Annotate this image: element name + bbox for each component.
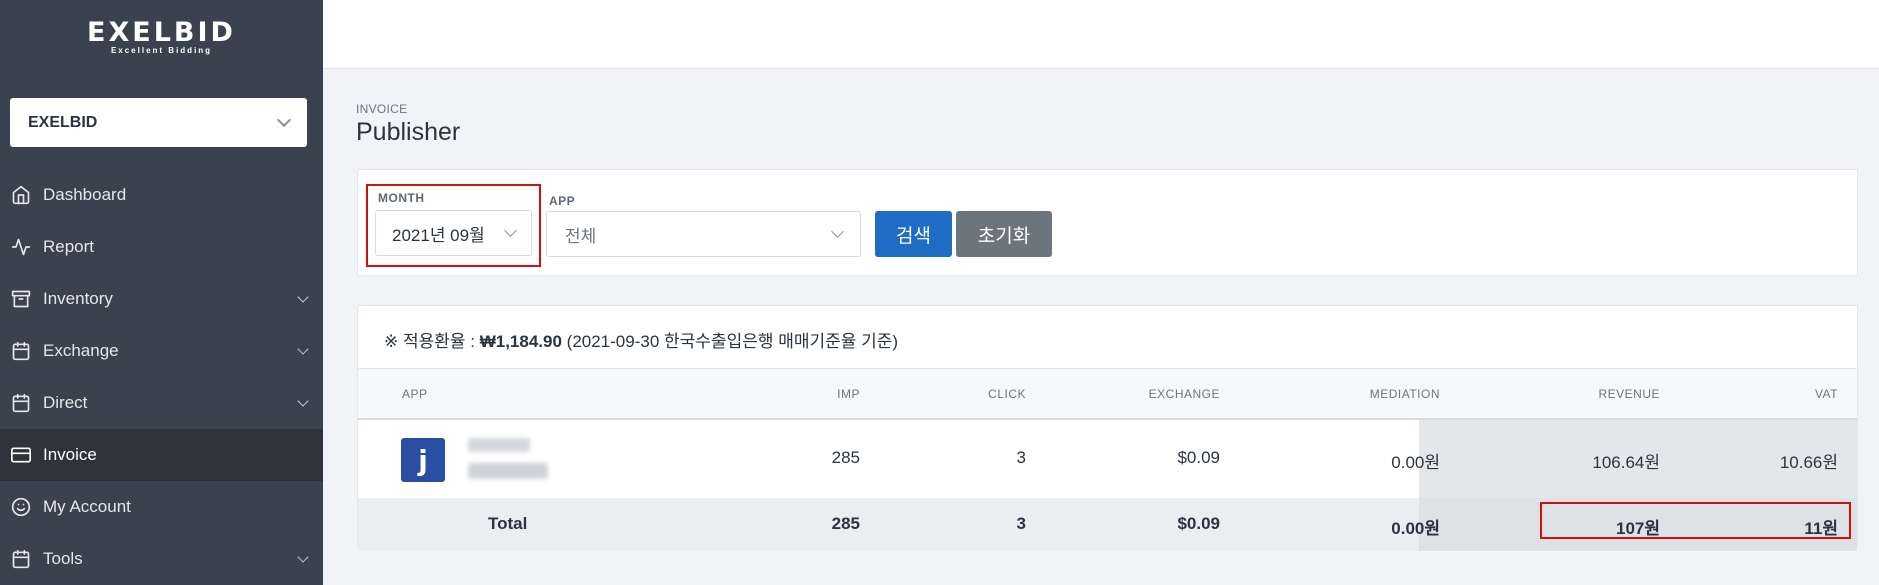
chevron-down-icon xyxy=(831,225,844,238)
filter-panel: MONTH 2021년 09월 APP 전체 검색 초기화 xyxy=(357,169,1858,276)
column-header-mediation[interactable]: MEDIATION xyxy=(1318,387,1440,401)
chevron-down-icon xyxy=(276,112,292,128)
total-row: Total 285 3 $0.09 0.00원 107원 11원 xyxy=(358,498,1857,551)
home-icon xyxy=(10,184,32,206)
chevron-down-icon xyxy=(297,290,309,303)
column-header-click[interactable]: CLICK xyxy=(944,387,1026,401)
page-title: Publisher xyxy=(356,118,461,146)
calendar-icon xyxy=(10,392,32,414)
sidebar-item-direct[interactable]: Direct xyxy=(0,377,323,429)
sidebar-item-my-account[interactable]: My Account xyxy=(0,481,323,533)
sidebar-item-dashboard[interactable]: Dashboard xyxy=(0,169,323,221)
sidebar-item-label: Invoice xyxy=(43,445,97,464)
app-select[interactable]: 전체 xyxy=(546,211,861,257)
redacted-app-id xyxy=(468,463,548,479)
account-select-value: EXELBID xyxy=(28,113,98,131)
month-select-value: 2021년 09월 xyxy=(392,225,485,245)
sidebar-item-tools[interactable]: Tools xyxy=(0,533,323,585)
cell-exchange: $0.09 xyxy=(1177,448,1220,467)
column-header-app[interactable]: APP xyxy=(402,387,428,401)
redacted-app-name xyxy=(468,438,530,452)
sidebar-item-exchange[interactable]: Exchange xyxy=(0,325,323,377)
exchange-rate-prefix: ※ 적용환율 : xyxy=(384,332,480,351)
sidebar-item-report[interactable]: Report xyxy=(0,221,323,273)
sidebar-item-label: Report xyxy=(43,237,95,256)
total-label: Total xyxy=(488,514,528,533)
sidebar-item-label: Inventory xyxy=(43,289,113,308)
invoice-table-panel: ※ 적용환율 : ₩1,184.90 (2021-09-30 한국수출입은행 매… xyxy=(357,305,1858,551)
sidebar-item-label: Direct xyxy=(43,393,88,412)
total-highlight-box xyxy=(1540,502,1851,539)
sidebar-item-invoice[interactable]: Invoice xyxy=(0,429,323,481)
search-button[interactable]: 검색 xyxy=(875,211,952,257)
credit-card-icon xyxy=(10,444,32,466)
cell-revenue: 106.64원 xyxy=(1592,453,1660,472)
app-select-value: 전체 xyxy=(565,226,597,246)
sidebar-item-label: My Account xyxy=(43,497,131,516)
inventory-icon xyxy=(10,288,32,310)
exchange-rate-notice: ※ 적용환율 : ₩1,184.90 (2021-09-30 한국수출입은행 매… xyxy=(384,327,898,352)
sidebar-item-label: Tools xyxy=(43,549,83,568)
sidebar-item-label: Exchange xyxy=(43,341,119,360)
exchange-rate-note: (2021-09-30 한국수출입은행 매매기준율 기준) xyxy=(561,332,899,351)
table-header: APP IMP CLICK EXCHANGE MEDIATION REVENUE… xyxy=(358,368,1857,420)
activity-icon xyxy=(10,236,32,258)
column-header-vat[interactable]: VAT xyxy=(1758,387,1838,401)
top-bar xyxy=(323,0,1879,69)
total-click: 3 xyxy=(1016,514,1026,533)
sidebar-item-inventory[interactable]: Inventory xyxy=(0,273,323,325)
month-label: MONTH xyxy=(378,191,425,205)
cell-click: 3 xyxy=(1016,448,1026,467)
app-label: APP xyxy=(549,194,576,208)
logo[interactable]: EXELBID Excellent Bidding xyxy=(0,17,323,56)
cell-vat: 10.66원 xyxy=(1779,453,1838,472)
logo-text: EXELBID xyxy=(87,17,236,48)
smile-icon xyxy=(10,496,32,518)
total-exchange: $0.09 xyxy=(1177,514,1220,533)
sidebar: EXELBID Excellent Bidding EXELBID Dashbo… xyxy=(0,0,323,585)
total-mediation: 0.00원 xyxy=(1391,519,1440,538)
chevron-down-icon xyxy=(297,550,309,563)
cell-imp: 285 xyxy=(831,448,860,467)
exchange-rate-value: ₩1,184.90 xyxy=(479,332,562,351)
total-imp: 285 xyxy=(831,514,860,533)
sidebar-item-label: Dashboard xyxy=(43,185,127,204)
logo-tagline: Excellent Bidding xyxy=(110,46,213,55)
breadcrumb: INVOICE xyxy=(356,102,408,116)
calendar-icon xyxy=(10,340,32,362)
column-header-imp[interactable]: IMP xyxy=(778,387,860,401)
column-header-exchange[interactable]: EXCHANGE xyxy=(1118,387,1220,401)
account-select[interactable]: EXELBID xyxy=(10,98,307,147)
app-icon: j xyxy=(401,438,445,482)
cell-mediation: 0.00원 xyxy=(1391,453,1440,472)
reset-button[interactable]: 초기화 xyxy=(956,211,1052,257)
table-row[interactable]: j 285 3 $0.09 0.00원 106.64원 10.66원 xyxy=(358,420,1857,498)
sidebar-nav: Dashboard Report Inventory Exchange Dire… xyxy=(0,169,323,585)
column-header-revenue[interactable]: REVENUE xyxy=(1558,387,1660,401)
chevron-down-icon xyxy=(297,394,309,407)
calendar-icon xyxy=(10,548,32,570)
chevron-down-icon xyxy=(504,224,517,237)
chevron-down-icon xyxy=(297,342,309,355)
month-select[interactable]: 2021년 09월 xyxy=(375,210,532,256)
